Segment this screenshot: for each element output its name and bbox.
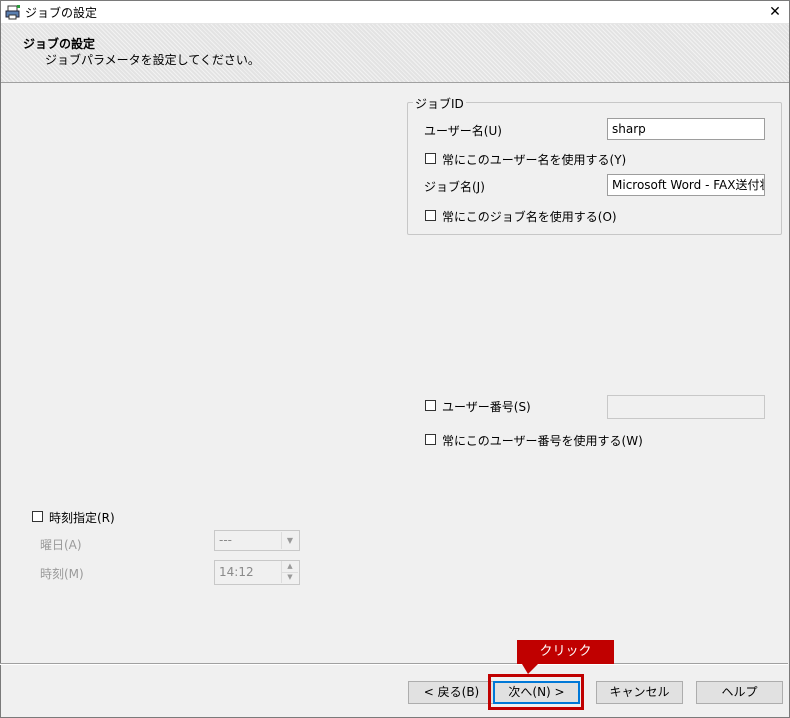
- user-number-checkbox[interactable]: [425, 400, 436, 411]
- title-bar: ジョブの設定 ✕: [1, 1, 789, 24]
- callout-pointer: [522, 664, 538, 674]
- header-subtitle: ジョブパラメータを設定してください。: [45, 53, 260, 67]
- day-select[interactable]: --- ▼: [214, 530, 300, 551]
- printer-app-icon: [5, 5, 20, 20]
- footer-divider: [0, 663, 788, 665]
- always-user-name-label: 常にこのユーザー名を使用する(Y): [442, 153, 627, 167]
- user-name-field[interactable]: sharp: [607, 118, 765, 140]
- header-title: ジョブの設定: [23, 37, 96, 51]
- day-label: 曜日(A): [40, 538, 82, 552]
- time-spinner[interactable]: 14:12 ▲ ▼: [214, 560, 300, 585]
- always-user-number-label: 常にこのユーザー番号を使用する(W): [442, 434, 643, 448]
- time-label: 時刻(M): [40, 567, 84, 581]
- close-icon[interactable]: ✕: [761, 1, 789, 23]
- job-name-label: ジョブ名(J): [424, 180, 485, 194]
- job-id-group-label: ジョブID: [413, 95, 466, 112]
- user-number-field[interactable]: [607, 395, 765, 419]
- always-job-name-checkbox[interactable]: [425, 210, 436, 221]
- always-job-name-label: 常にこのジョブ名を使用する(O): [442, 210, 617, 224]
- chevron-down-icon[interactable]: ▼: [281, 532, 298, 549]
- always-user-number-checkbox[interactable]: [425, 434, 436, 445]
- schedule-label: 時刻指定(R): [49, 511, 115, 525]
- spin-down-icon[interactable]: ▼: [281, 572, 298, 583]
- next-button-highlight: [488, 674, 584, 710]
- back-button[interactable]: < 戻る(B): [408, 681, 495, 704]
- always-user-name-checkbox[interactable]: [425, 153, 436, 164]
- click-callout: クリック: [517, 640, 614, 664]
- cancel-button[interactable]: キャンセル: [596, 681, 683, 704]
- window-title: ジョブの設定: [25, 6, 98, 20]
- schedule-checkbox[interactable]: [32, 511, 43, 522]
- help-button[interactable]: ヘルプ: [696, 681, 783, 704]
- user-name-label: ユーザー名(U): [424, 124, 502, 138]
- user-number-label: ユーザー番号(S): [442, 400, 531, 414]
- wizard-header: ジョブの設定 ジョブパラメータを設定してください。: [1, 24, 789, 83]
- time-spinner-value: 14:12: [219, 565, 254, 579]
- job-name-field[interactable]: Microsoft Word - FAX送付状: [607, 174, 765, 196]
- day-select-value: ---: [219, 533, 232, 547]
